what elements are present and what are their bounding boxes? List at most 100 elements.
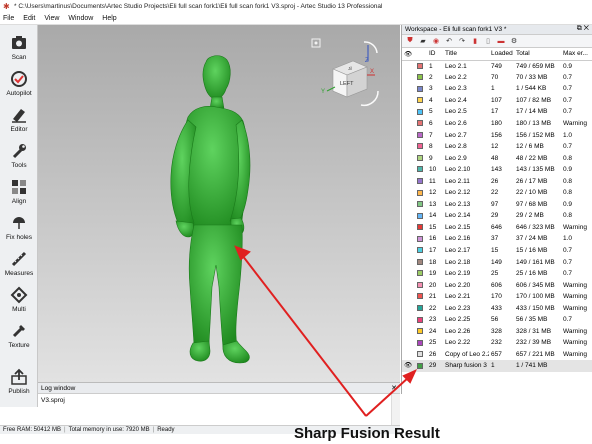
visibility-cell[interactable] <box>402 187 415 199</box>
delete-icon[interactable]: ▮ <box>470 37 480 46</box>
log-scrollbar[interactable] <box>391 394 400 426</box>
visibility-cell[interactable] <box>402 337 415 349</box>
color-swatch[interactable] <box>417 281 423 288</box>
visibility-cell[interactable] <box>402 210 415 222</box>
eye-icon[interactable]: 👁 <box>404 362 412 369</box>
menu-edit[interactable]: Edit <box>23 15 35 22</box>
color-swatch[interactable] <box>417 351 423 358</box>
visibility-cell[interactable] <box>402 256 415 268</box>
color-swatch[interactable] <box>417 120 423 127</box>
color-swatch[interactable] <box>417 235 423 242</box>
color-swatch[interactable] <box>417 305 423 312</box>
table-row[interactable]: 16 Leo 2.16 37 37 / 24 MB 1.0 <box>402 233 592 245</box>
table-row[interactable]: 3 Leo 2.3 1 1 / 544 KB 0.7 <box>402 83 592 95</box>
filter-icon[interactable]: ▬ <box>496 37 506 46</box>
color-swatch[interactable] <box>417 154 423 161</box>
tool-autopilot[interactable]: Autopilot <box>0 69 38 97</box>
color-swatch[interactable] <box>417 270 423 277</box>
table-row[interactable]: 24 Leo 2.26 328 328 / 31 MB Warning <box>402 326 592 338</box>
color-swatch[interactable] <box>417 189 423 196</box>
visibility-cell[interactable] <box>402 302 415 314</box>
visibility-cell[interactable] <box>402 164 415 176</box>
color-swatch[interactable] <box>417 212 423 219</box>
table-row[interactable]: 12 Leo 2.12 22 22 / 10 MB 0.8 <box>402 187 592 199</box>
visibility-cell[interactable] <box>402 129 415 141</box>
table-row[interactable]: 6 Leo 2.6 180 180 / 13 MB Warning <box>402 118 592 130</box>
total-column-header[interactable]: Total <box>514 48 561 61</box>
table-row[interactable]: 17 Leo 2.17 15 15 / 16 MB 0.7 <box>402 245 592 257</box>
tool-tools[interactable]: Tools <box>0 141 38 169</box>
table-row[interactable]: 9 Leo 2.9 48 48 / 22 MB 0.8 <box>402 152 592 164</box>
color-swatch[interactable] <box>417 62 423 69</box>
table-row[interactable]: 21 Leo 2.21 170 170 / 100 MB Warning <box>402 291 592 303</box>
title-column-header[interactable]: Title <box>443 48 489 61</box>
table-row[interactable]: 2 Leo 2.2 70 70 / 33 MB 0.7 <box>402 72 592 84</box>
scan-model[interactable] <box>170 55 251 364</box>
table-row[interactable]: 20 Leo 2.20 606 606 / 345 MB Warning <box>402 279 592 291</box>
color-swatch[interactable] <box>417 362 423 369</box>
menu-view[interactable]: View <box>44 15 59 22</box>
visibility-cell[interactable] <box>402 245 415 257</box>
visibility-column-header[interactable]: 👁 <box>402 48 415 61</box>
panel-controls-icon[interactable]: ⧉ ✕ <box>577 25 589 33</box>
visibility-cell[interactable] <box>402 95 415 107</box>
loaded-column-header[interactable]: Loaded <box>489 48 514 61</box>
visibility-cell[interactable] <box>402 279 415 291</box>
table-row[interactable]: 14 Leo 2.14 29 29 / 2 MB 0.8 <box>402 210 592 222</box>
color-swatch[interactable] <box>417 85 423 92</box>
visibility-cell[interactable] <box>402 152 415 164</box>
visibility-cell[interactable] <box>402 314 415 326</box>
table-row[interactable]: 10 Leo 2.10 143 143 / 135 MB 0.9 <box>402 164 592 176</box>
color-swatch[interactable] <box>417 316 423 323</box>
view-cube[interactable]: LEFT Jil Z Y X <box>321 45 375 98</box>
import-icon[interactable]: ⛊ <box>405 37 415 46</box>
color-swatch[interactable] <box>417 178 423 185</box>
visibility-cell[interactable] <box>402 233 415 245</box>
table-row[interactable]: 22 Leo 2.23 433 433 / 150 MB Warning <box>402 302 592 314</box>
tool-scan[interactable]: Scan <box>0 33 38 61</box>
tool-texture[interactable]: Texture <box>0 321 38 349</box>
undo-icon[interactable]: ↶ <box>444 37 454 46</box>
table-row[interactable]: 11 Leo 2.11 26 26 / 17 MB 0.8 <box>402 175 592 187</box>
menu-help[interactable]: Help <box>102 15 116 22</box>
gear-icon[interactable]: ⚙ <box>509 37 519 46</box>
table-row[interactable]: 25 Leo 2.22 232 232 / 39 MB Warning <box>402 337 592 349</box>
visibility-cell[interactable] <box>402 291 415 303</box>
table-row[interactable]: 23 Leo 2.25 56 56 / 35 MB 0.7 <box>402 314 592 326</box>
redo-icon[interactable]: ↷ <box>457 37 467 46</box>
visibility-cell[interactable] <box>402 175 415 187</box>
id-column-header[interactable]: ID <box>427 48 443 61</box>
tool-editor[interactable]: Editor <box>0 105 38 133</box>
tool-publish[interactable]: Publish <box>0 367 38 395</box>
color-swatch[interactable] <box>417 224 423 231</box>
close-icon[interactable]: ✕ <box>391 384 397 392</box>
max-error-column-header[interactable]: Max er... <box>561 48 592 61</box>
color-swatch[interactable] <box>417 339 423 346</box>
visibility-cell[interactable] <box>402 268 415 280</box>
visibility-cell[interactable] <box>402 199 415 211</box>
menu-file[interactable]: File <box>3 15 14 22</box>
tool-multi[interactable]: Multi <box>0 285 38 313</box>
3d-viewport[interactable]: LEFT Jil Z Y X <box>38 25 400 382</box>
color-swatch[interactable] <box>417 247 423 254</box>
color-swatch[interactable] <box>417 97 423 104</box>
color-swatch[interactable] <box>417 74 423 81</box>
table-row[interactable]: 👁 29 Sharp fusion 311 / 741 MB <box>402 360 592 372</box>
visibility-cell[interactable] <box>402 72 415 84</box>
color-swatch[interactable] <box>417 258 423 265</box>
save-icon[interactable]: ◉ <box>431 37 441 46</box>
table-row[interactable]: 18 Leo 2.18 149 149 / 161 MB 0.7 <box>402 256 592 268</box>
menu-window[interactable]: Window <box>68 15 93 22</box>
visibility-cell[interactable] <box>402 349 415 361</box>
tool-align[interactable]: Align <box>0 177 38 205</box>
visibility-cell[interactable]: 👁 <box>402 360 415 372</box>
table-row[interactable]: 5 Leo 2.5 17 17 / 14 MB 0.7 <box>402 106 592 118</box>
color-swatch[interactable] <box>417 201 423 208</box>
tool-fix-holes[interactable]: Fix holes <box>0 213 38 241</box>
visibility-cell[interactable] <box>402 106 415 118</box>
copy-icon[interactable]: ▯ <box>483 37 493 46</box>
tool-measures[interactable]: Measures <box>0 249 38 277</box>
color-swatch[interactable] <box>417 143 423 150</box>
visibility-cell[interactable] <box>402 118 415 130</box>
visibility-cell[interactable] <box>402 326 415 338</box>
